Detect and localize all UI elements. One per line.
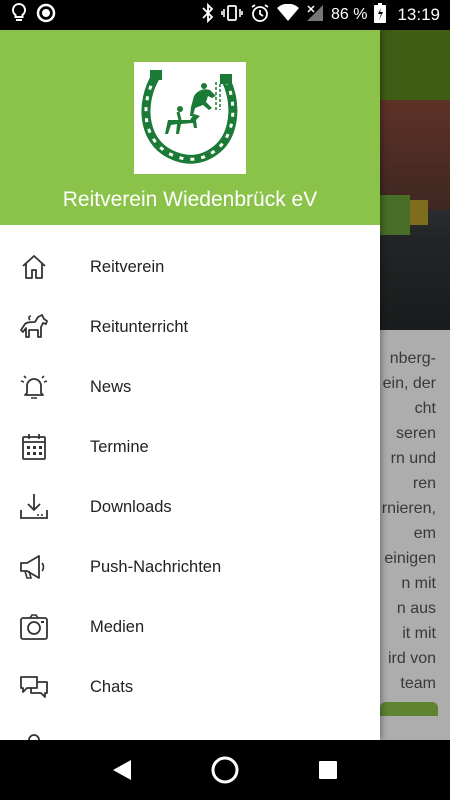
lightbulb-icon (10, 2, 28, 29)
camera-icon (18, 611, 50, 643)
home-icon (18, 251, 50, 283)
horse-icon (18, 311, 50, 343)
menu-item-downloads[interactable]: Downloads (0, 477, 380, 537)
menu-item-news[interactable]: News (0, 357, 380, 417)
menu-item-reitunterricht[interactable]: Reitunterricht (0, 297, 380, 357)
wifi-icon (276, 3, 299, 27)
menu-label: Reitverein (90, 257, 165, 276)
drawer-menu: Reitverein Reitunterricht News Termine D… (0, 237, 380, 740)
vibrate-icon (221, 4, 243, 27)
menu-item-termine[interactable]: Termine (0, 417, 380, 477)
status-right: 86 % 13:19 (202, 2, 440, 28)
menu-item-push-nachrichten[interactable]: Push-Nachrichten (0, 537, 380, 597)
menu-item-chats[interactable]: Chats (0, 657, 380, 717)
menu-label: Reitunterricht (90, 317, 189, 336)
clock: 13:19 (397, 5, 440, 24)
horseshoe-logo (134, 62, 246, 174)
drawer-header: Reitverein Wiedenbrück eV (0, 30, 380, 225)
home-circle-icon[interactable] (205, 750, 245, 790)
chat-icon (18, 671, 50, 703)
bluetooth-icon (202, 2, 214, 28)
battery-icon (374, 2, 387, 28)
recents-icon[interactable] (308, 750, 348, 790)
status-bar: 86 % 13:19 (0, 0, 450, 30)
menu-label: Push-Nachrichten (90, 557, 222, 576)
battery-percent: 86 % (330, 6, 368, 23)
menu-label: Downloads (90, 497, 172, 516)
alarm-icon (250, 3, 270, 28)
menu-label: Medien (90, 617, 145, 636)
menu-label: News (90, 377, 132, 396)
status-left (10, 2, 56, 29)
club-title: Reitverein Wiedenbrück eV (62, 188, 318, 211)
bell-icon (18, 371, 50, 403)
menu-item-reitverein[interactable]: Reitverein (0, 237, 380, 297)
back-icon[interactable] (102, 750, 142, 790)
screen: 86 % 13:19 nberg- ein, der cht seren rn … (0, 0, 450, 800)
download-icon (18, 491, 50, 523)
navigation-drawer: Reitverein Wiedenbrück eV Reitverein Rei… (0, 30, 380, 740)
megaphone-icon (18, 551, 50, 583)
menu-item-partial[interactable] (0, 717, 380, 740)
menu-label: Termine (90, 437, 149, 456)
person-icon (18, 731, 50, 740)
signal-icon (306, 4, 324, 27)
menu-item-medien[interactable]: Medien (0, 597, 380, 657)
menu-label: Chats (90, 677, 134, 696)
calendar-icon (18, 431, 50, 463)
record-icon (36, 3, 56, 28)
system-nav-bar (0, 740, 450, 800)
